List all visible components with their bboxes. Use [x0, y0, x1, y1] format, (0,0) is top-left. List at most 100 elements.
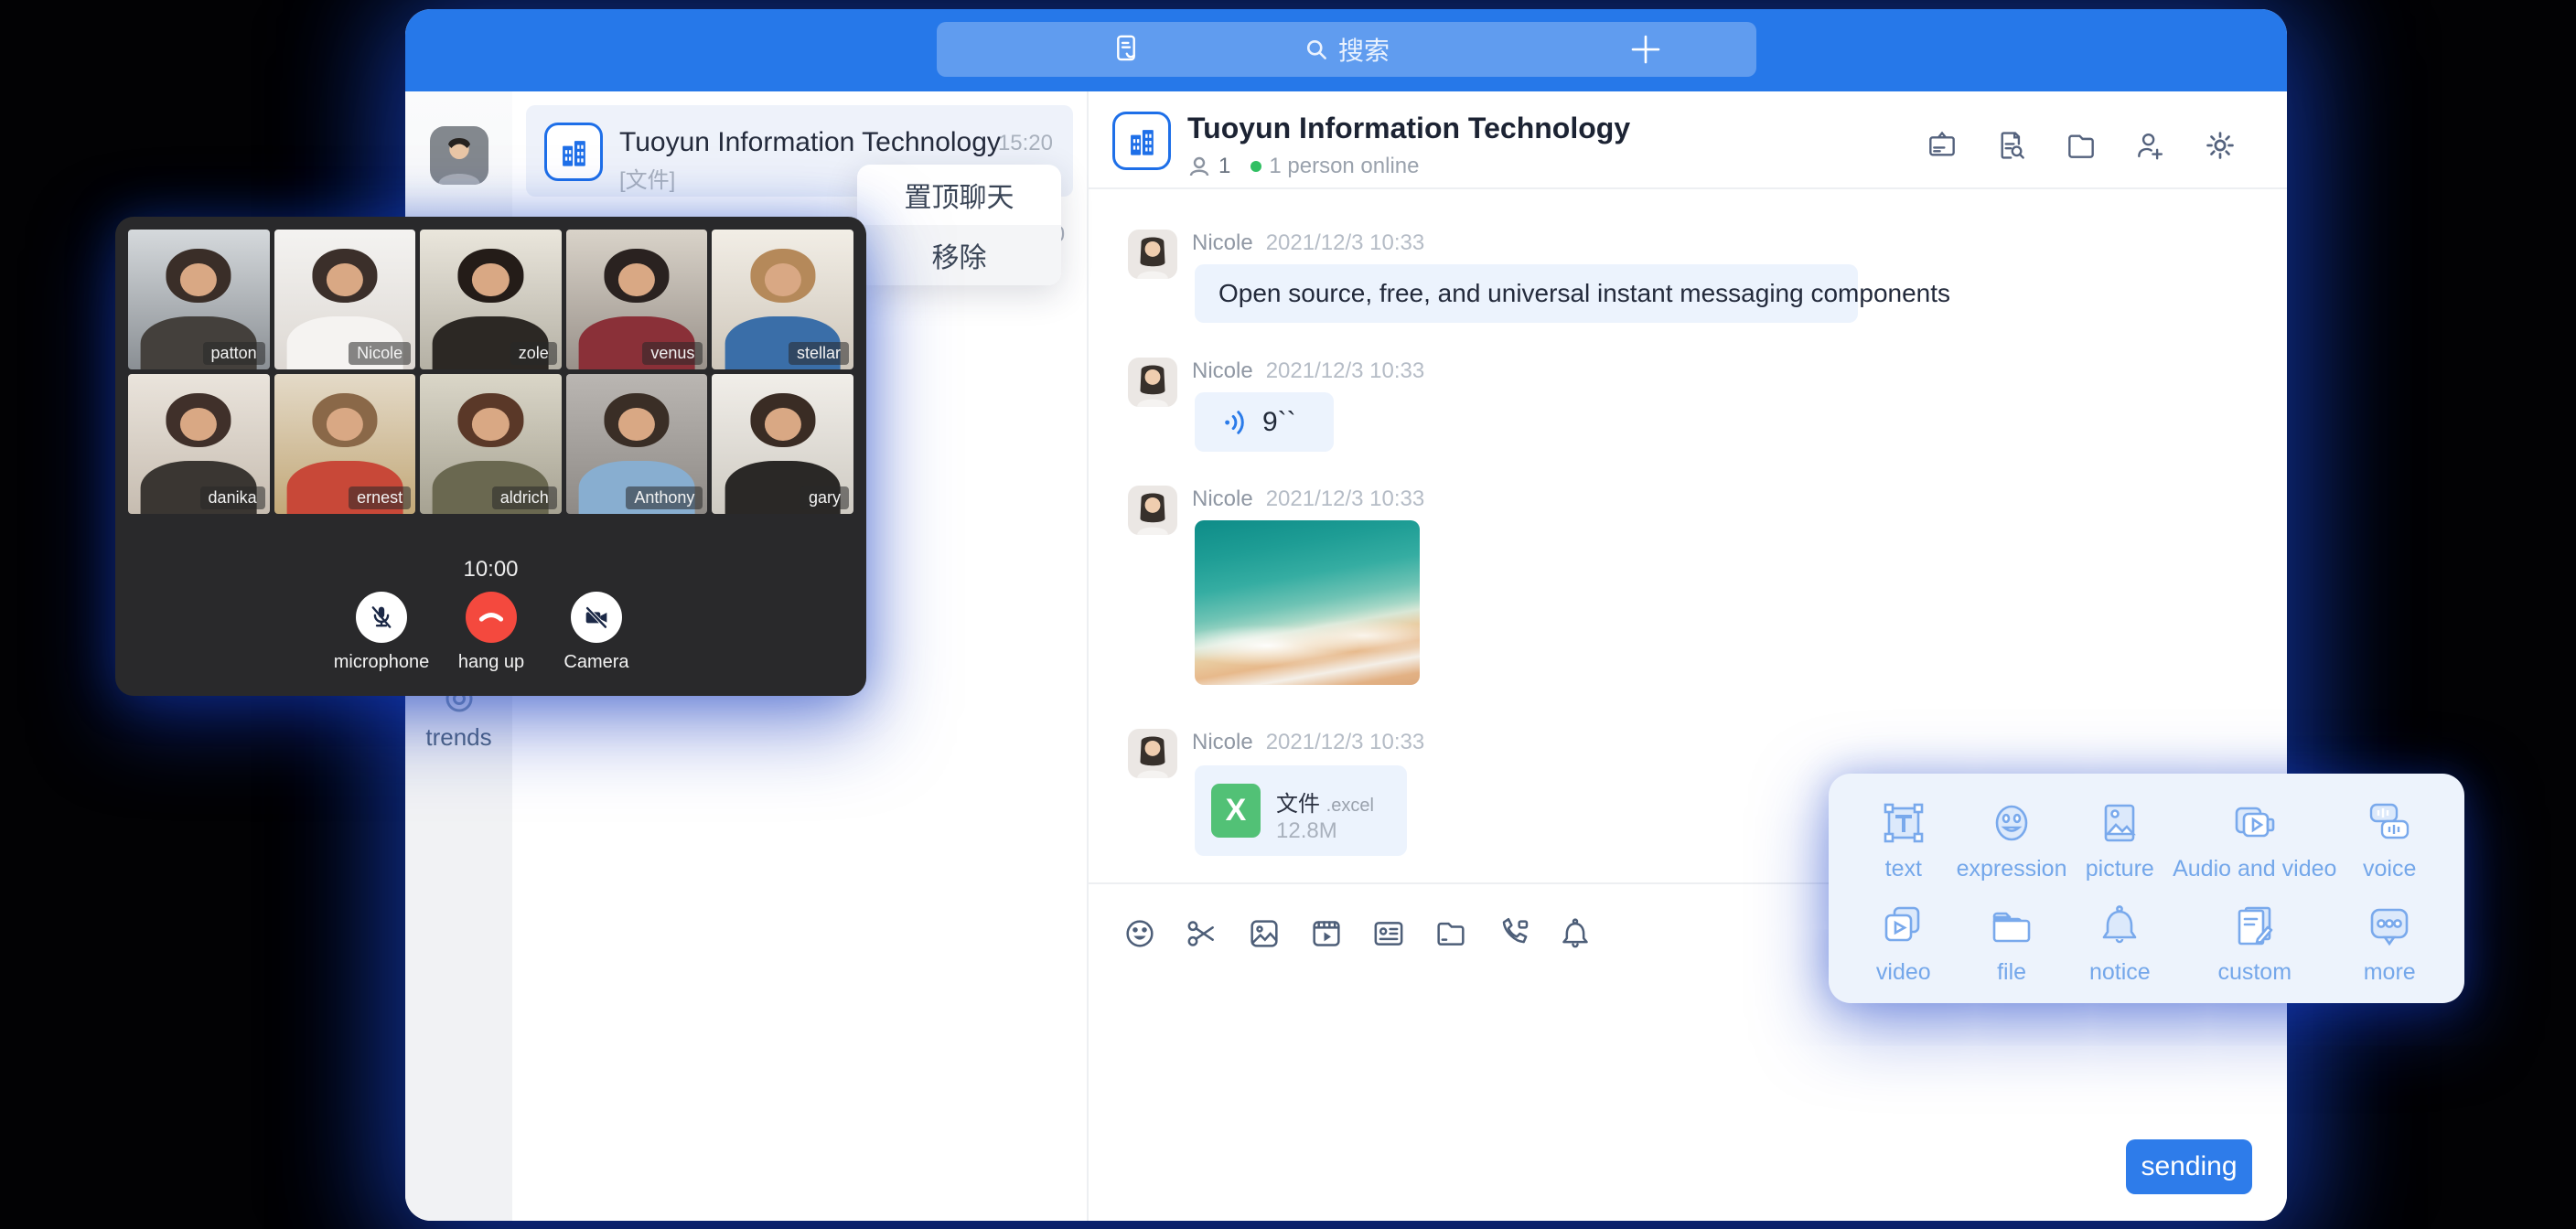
- excel-file-icon: X: [1211, 784, 1261, 838]
- add-member-icon[interactable]: [2133, 128, 2168, 163]
- participant-name: zole: [510, 342, 557, 365]
- participant-tile[interactable]: venus: [566, 230, 708, 369]
- menu-item-remove[interactable]: 移除: [857, 225, 1061, 285]
- message-meta: Nicole2021/12/3 10:33: [1192, 730, 1424, 755]
- attach-label: notice: [2089, 959, 2151, 986]
- page-background: { "topbar": { "search_label": "搜索", "plu…: [0, 0, 2576, 1229]
- search-icon: [1304, 37, 1329, 62]
- participant-tile[interactable]: aldrich: [420, 374, 562, 514]
- screenshot-scissors-icon[interactable]: [1184, 915, 1220, 952]
- sender-name: Nicole: [1192, 486, 1253, 511]
- attach-item-notice[interactable]: notice: [2067, 901, 2174, 1004]
- message-time: 2021/12/3 10:33: [1266, 730, 1425, 754]
- file-manage-icon[interactable]: [2064, 128, 2098, 163]
- expression-icon: [1986, 797, 2037, 849]
- attach-item-voice[interactable]: voice: [2336, 797, 2442, 901]
- more-icon: [2364, 901, 2415, 952]
- custom-icon: [2229, 901, 2281, 952]
- participant-tile[interactable]: gary: [712, 374, 853, 514]
- notice-bell-icon: [2094, 901, 2145, 952]
- chat-history-search-icon[interactable]: [1994, 128, 2029, 163]
- notification-bell-icon[interactable]: [1557, 915, 1594, 952]
- file-message-bubble[interactable]: X 文件 .excel 12.8M: [1195, 765, 1407, 856]
- image-icon[interactable]: [1246, 915, 1283, 952]
- attach-label: custom: [2217, 959, 2292, 986]
- mic-off-icon: [366, 602, 397, 633]
- attach-item-file[interactable]: file: [1957, 901, 2067, 1004]
- voice-message-bubble[interactable]: 9``: [1195, 392, 1334, 452]
- participant-name: patton: [203, 342, 265, 365]
- settings-icon[interactable]: [2203, 128, 2238, 163]
- hang-up-icon: [476, 602, 507, 633]
- plus-icon[interactable]: [1626, 30, 1665, 69]
- group-notice-icon[interactable]: [1925, 128, 1959, 163]
- message-meta: Nicole2021/12/3 10:33: [1192, 230, 1424, 256]
- video-call-icon[interactable]: [1495, 915, 1531, 952]
- message-avatar[interactable]: [1128, 358, 1177, 407]
- participant-tile[interactable]: zole: [420, 230, 562, 369]
- call-timer: 10:00: [115, 557, 866, 582]
- folder-icon[interactable]: [1433, 915, 1469, 952]
- chat-panel: Tuoyun Information Technology 1 1 person…: [1089, 91, 2287, 1221]
- participant-tile[interactable]: ernest: [274, 374, 416, 514]
- conversation-title: Tuoyun Information Technology: [619, 127, 1001, 158]
- menu-item-pin-chat[interactable]: 置顶聊天: [857, 165, 1061, 225]
- file-size: 12.8M: [1276, 818, 1337, 844]
- chat-header-group-icon: [1112, 112, 1171, 170]
- profile-avatar[interactable]: [430, 126, 488, 185]
- text-message-bubble[interactable]: Open source, free, and universal instant…: [1195, 264, 1858, 323]
- participant-tile[interactable]: stellar: [712, 230, 853, 369]
- message-avatar[interactable]: [1128, 729, 1177, 778]
- voice-icon: [2364, 797, 2415, 849]
- participant-tile[interactable]: Nicole: [274, 230, 416, 369]
- sender-name: Nicole: [1192, 358, 1253, 383]
- attach-item-more[interactable]: more: [2336, 901, 2442, 1004]
- group-avatar-icon: [544, 123, 603, 181]
- participant-name: danika: [200, 486, 265, 509]
- send-button[interactable]: sending: [2126, 1139, 2252, 1194]
- file-ext: .excel: [1326, 796, 1374, 816]
- attach-label: text: [1885, 856, 1922, 882]
- search-label: 搜索: [1338, 31, 1390, 68]
- file-name: 文件 .excel: [1276, 785, 1374, 818]
- message-meta: Nicole2021/12/3 10:33: [1192, 486, 1424, 512]
- member-count: 1: [1218, 154, 1230, 179]
- hang-up-button[interactable]: [466, 592, 517, 643]
- message-avatar[interactable]: [1128, 486, 1177, 535]
- participant-grid: patton Nicole zole venus stellar danika …: [128, 230, 853, 514]
- video-clip-icon[interactable]: [1308, 915, 1345, 952]
- attach-item-video[interactable]: video: [1851, 901, 1957, 1004]
- message-avatar[interactable]: [1128, 230, 1177, 279]
- camera-label: Camera: [505, 652, 688, 673]
- attach-label: more: [2364, 959, 2416, 986]
- camera-off-button[interactable]: [571, 592, 622, 643]
- attach-item-expression[interactable]: expression: [1957, 797, 2067, 901]
- attach-label: video: [1876, 959, 1931, 986]
- participant-name: Nicole: [349, 342, 411, 365]
- trends-label: trends: [405, 723, 512, 752]
- contact-card-icon[interactable]: [1370, 915, 1407, 952]
- message-time: 2021/12/3 10:33: [1266, 230, 1425, 255]
- attach-item-text[interactable]: text: [1851, 797, 1957, 901]
- participant-name: venus: [642, 342, 703, 365]
- participant-name: ernest: [349, 486, 411, 509]
- composer-toolbar: [1122, 915, 1594, 952]
- microphone-mute-button[interactable]: [356, 592, 407, 643]
- image-message-beach[interactable]: [1195, 520, 1420, 685]
- attach-item-custom[interactable]: custom: [2173, 901, 2336, 1004]
- participant-tile[interactable]: danika: [128, 374, 270, 514]
- emoji-icon[interactable]: [1122, 915, 1158, 952]
- online-dot: [1250, 161, 1261, 172]
- participant-tile[interactable]: patton: [128, 230, 270, 369]
- video-call-overlay: patton Nicole zole venus stellar danika …: [115, 217, 866, 696]
- attach-label: picture: [2086, 856, 2154, 882]
- attachment-panel: text expression picture Audio and video …: [1829, 774, 2464, 1003]
- voice-wave-icon: [1222, 409, 1250, 436]
- participant-tile[interactable]: Anthony: [566, 374, 708, 514]
- attach-item-audio-video[interactable]: Audio and video: [2173, 797, 2336, 901]
- search-bar[interactable]: 搜索: [937, 22, 1756, 77]
- attach-item-picture[interactable]: picture: [2067, 797, 2174, 901]
- participant-name: Anthony: [626, 486, 703, 509]
- chat-subtitle: 1 1 person online: [1187, 154, 1419, 179]
- attach-label: file: [1997, 959, 2026, 986]
